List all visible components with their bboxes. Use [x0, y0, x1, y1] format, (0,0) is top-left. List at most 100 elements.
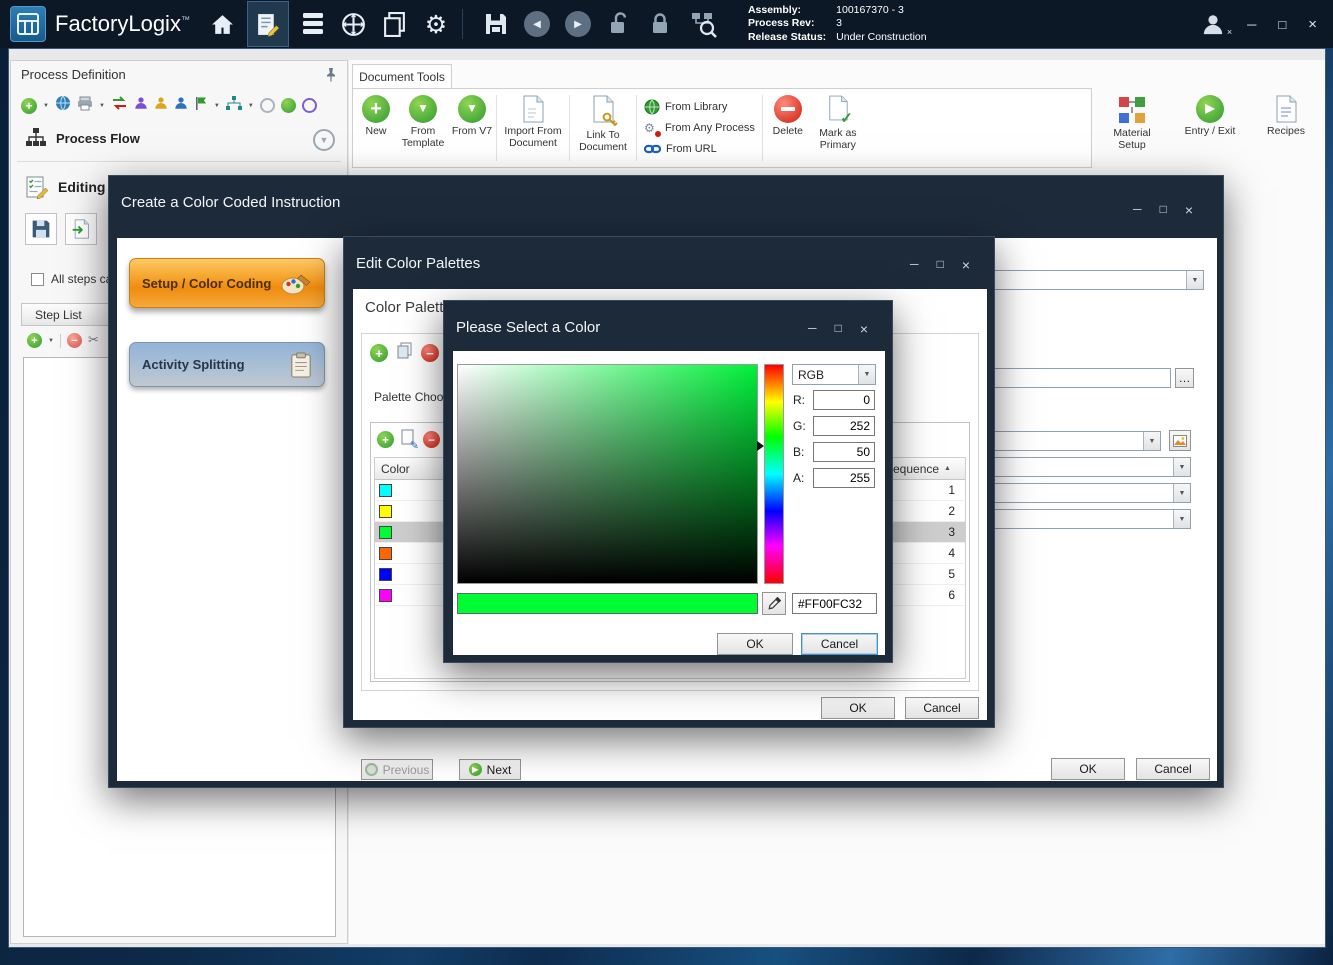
hue-slider-marker[interactable] — [757, 441, 764, 451]
add-palette-icon[interactable]: + — [370, 344, 388, 362]
palette-picker-button[interactable] — [1169, 430, 1191, 451]
forward-button[interactable]: ▶ — [561, 3, 595, 45]
cut-icon[interactable]: ✂ — [88, 333, 99, 348]
add-icon[interactable]: + — [21, 98, 37, 114]
edit-color-icon[interactable]: ✎ — [401, 429, 416, 450]
all-steps-option[interactable]: All steps ca — [31, 272, 112, 286]
minimize-button[interactable]: ─ — [1133, 202, 1142, 218]
collapse-button[interactable]: ▼ — [313, 129, 335, 151]
printer-icon[interactable] — [77, 96, 93, 116]
remove-step-icon[interactable]: − — [67, 333, 82, 348]
entry-exit-button[interactable]: ▶ Entry / Exit — [1182, 92, 1238, 152]
user-icon — [1201, 13, 1225, 35]
activity-splitting-nav-button[interactable]: Activity Splitting — [129, 342, 325, 387]
blue-value-input[interactable] — [813, 442, 875, 462]
chevron-down-icon[interactable]: ▼ — [43, 103, 49, 109]
import-from-document-button[interactable]: Import From Document — [500, 92, 566, 164]
from-v7-button[interactable]: ▼ From V7 — [451, 92, 493, 164]
person-gold-icon[interactable] — [154, 96, 168, 115]
copy-palette-icon[interactable] — [396, 342, 413, 364]
close-button[interactable]: × — [1185, 202, 1193, 218]
material-setup-button[interactable]: Material Setup — [1106, 92, 1158, 152]
remove-palette-icon[interactable]: − — [421, 344, 439, 362]
add-step-icon[interactable]: + — [27, 333, 42, 348]
person-purple-icon[interactable] — [134, 96, 148, 115]
import-step-button[interactable] — [65, 213, 97, 245]
process-flow-header[interactable]: Process Flow — [25, 127, 140, 149]
maximize-button[interactable]: □ — [1160, 202, 1167, 218]
settings-button[interactable]: ⚙ — [419, 3, 453, 45]
activity-splitting-label: Activity Splitting — [142, 357, 245, 372]
flow-branch-icon[interactable] — [226, 96, 242, 116]
minimize-button[interactable]: ─ — [1247, 17, 1256, 32]
entry-exit-icon: ▶ — [1196, 95, 1224, 123]
new-document-button[interactable]: + New — [357, 92, 395, 164]
hex-value-input[interactable] — [792, 593, 877, 614]
logout-user-button[interactable]: × — [1201, 13, 1225, 35]
from-url-button[interactable]: From URL — [644, 139, 755, 160]
mark-as-primary-button[interactable]: ✓ Mark as Primary — [810, 92, 866, 164]
minimize-button[interactable]: ─ — [910, 257, 919, 273]
alpha-value-input[interactable] — [813, 468, 875, 488]
process-definition-button[interactable] — [247, 1, 289, 47]
ok-button[interactable]: OK — [717, 633, 793, 655]
browse-button[interactable]: … — [1175, 368, 1194, 388]
eyedropper-button[interactable] — [762, 592, 786, 615]
ok-button[interactable]: OK — [1051, 758, 1125, 780]
hue-slider[interactable] — [764, 364, 784, 584]
maximize-button[interactable]: □ — [835, 321, 842, 337]
chevron-down-icon[interactable]: ▼ — [214, 103, 220, 109]
globe-icon[interactable] — [55, 95, 71, 116]
tab-document-tools[interactable]: Document Tools — [352, 64, 452, 89]
start-icon[interactable] — [281, 98, 296, 113]
back-button[interactable]: ◀ — [520, 3, 554, 45]
recipes-button[interactable]: Recipes — [1262, 92, 1310, 152]
chevron-down-icon[interactable]: ▼ — [248, 103, 254, 109]
transfer-arrows-icon[interactable] — [111, 96, 128, 115]
pages-icon — [382, 12, 407, 37]
from-template-button[interactable]: ▼ From Template — [395, 92, 451, 164]
color-mode-combo[interactable]: RGB ▼ — [792, 364, 876, 385]
home-button[interactable] — [206, 3, 240, 45]
green-value-input[interactable] — [813, 416, 875, 436]
person-blue-icon[interactable] — [174, 96, 188, 115]
pin-icon[interactable] — [325, 67, 337, 87]
from-any-process-button[interactable]: ⚙ From Any Process — [644, 118, 755, 139]
checkbox[interactable] — [31, 273, 44, 286]
info-icon[interactable] — [302, 98, 317, 113]
stack-button[interactable] — [296, 3, 330, 45]
navigate-button[interactable] — [337, 3, 371, 45]
chevron-down-icon[interactable]: ▼ — [99, 103, 105, 109]
next-button[interactable]: ▶ Next — [459, 759, 521, 780]
previous-button[interactable]: Previous — [361, 759, 433, 780]
remove-color-icon[interactable]: − — [423, 431, 440, 448]
documents-button[interactable] — [378, 3, 412, 45]
saturation-value-picker[interactable] — [457, 364, 758, 584]
flag-icon[interactable] — [194, 96, 208, 116]
chevron-down-icon[interactable]: ▼ — [48, 338, 54, 344]
close-button[interactable]: × — [860, 321, 868, 337]
maximize-button[interactable]: □ — [1278, 17, 1286, 32]
red-value-input[interactable] — [813, 390, 875, 410]
cancel-button[interactable]: Cancel — [905, 697, 979, 719]
save-step-button[interactable] — [25, 213, 57, 245]
entry-exit-label: Entry / Exit — [1185, 126, 1236, 138]
maximize-button[interactable]: □ — [937, 257, 944, 273]
close-button[interactable]: × — [1308, 16, 1317, 33]
history-icon[interactable] — [260, 98, 275, 113]
lock-button[interactable] — [643, 3, 677, 45]
unlock-button[interactable] — [602, 3, 636, 45]
from-library-button[interactable]: From Library — [644, 97, 755, 118]
red-label: R: — [793, 393, 805, 407]
setup-color-coding-nav-button[interactable]: Setup / Color Coding — [129, 258, 325, 308]
cancel-button[interactable]: Cancel — [801, 633, 878, 655]
delete-document-button[interactable]: Delete — [766, 92, 810, 164]
link-to-document-button[interactable]: Link To Document — [573, 92, 633, 164]
ok-button[interactable]: OK — [821, 697, 895, 719]
close-button[interactable]: × — [962, 257, 970, 273]
cancel-button[interactable]: Cancel — [1136, 758, 1210, 780]
add-color-icon[interactable]: + — [377, 431, 394, 448]
process-search-button[interactable] — [684, 3, 724, 45]
save-button[interactable] — [479, 3, 513, 45]
minimize-button[interactable]: ─ — [808, 321, 817, 337]
